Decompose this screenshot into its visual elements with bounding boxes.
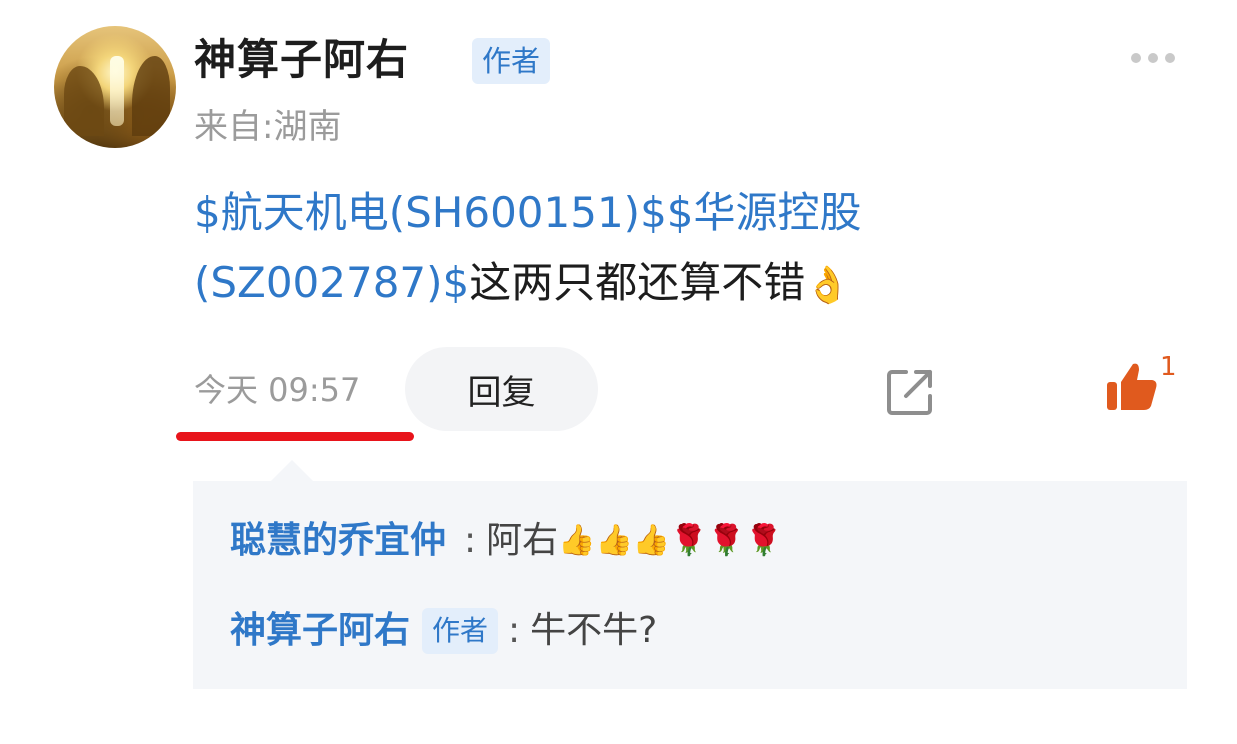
- comment-text: 阿右: [486, 520, 559, 561]
- comment-item[interactable]: 聪慧的乔宜仲 : 阿右 👍👍👍🌹🌹🌹: [230, 516, 782, 566]
- username[interactable]: 神算子阿右: [194, 32, 409, 88]
- post-timestamp: 今天 09:57: [194, 371, 361, 409]
- avatar[interactable]: [54, 26, 176, 148]
- red-underline-annotation: [176, 432, 414, 441]
- post-content: $航天机电(SH600151)$$华源控股(SZ002787)$这两只都还算不错…: [194, 178, 1014, 321]
- author-badge: 作者: [472, 38, 551, 84]
- comment-separator: :: [508, 610, 521, 651]
- comment-box-pointer: [270, 460, 314, 482]
- post-text: 这两只都还算不错: [469, 258, 806, 307]
- stock-link-hangtian[interactable]: $航天机电(SH600151)$: [194, 188, 667, 237]
- thumbs-up-icon[interactable]: [1104, 360, 1160, 412]
- like-count: 1: [1160, 352, 1177, 382]
- comment-separator: :: [464, 520, 477, 561]
- author-badge: 作者: [422, 608, 499, 654]
- comment-author[interactable]: 聪慧的乔宜仲: [230, 516, 446, 566]
- comment-item[interactable]: 神算子阿右 作者 : 牛不牛?: [230, 606, 657, 656]
- comment-author[interactable]: 神算子阿右: [230, 606, 410, 656]
- location-label: 来自:湖南: [194, 107, 342, 147]
- comment-emojis: 👍👍👍🌹🌹🌹: [558, 523, 783, 558]
- ok-hand-emoji: 👌: [805, 265, 851, 306]
- comment-text: 牛不牛?: [530, 610, 658, 651]
- more-dots-icon[interactable]: [1131, 53, 1175, 63]
- comments-box: [193, 481, 1187, 689]
- reply-button[interactable]: 回复: [405, 347, 598, 431]
- share-icon[interactable]: [884, 366, 936, 418]
